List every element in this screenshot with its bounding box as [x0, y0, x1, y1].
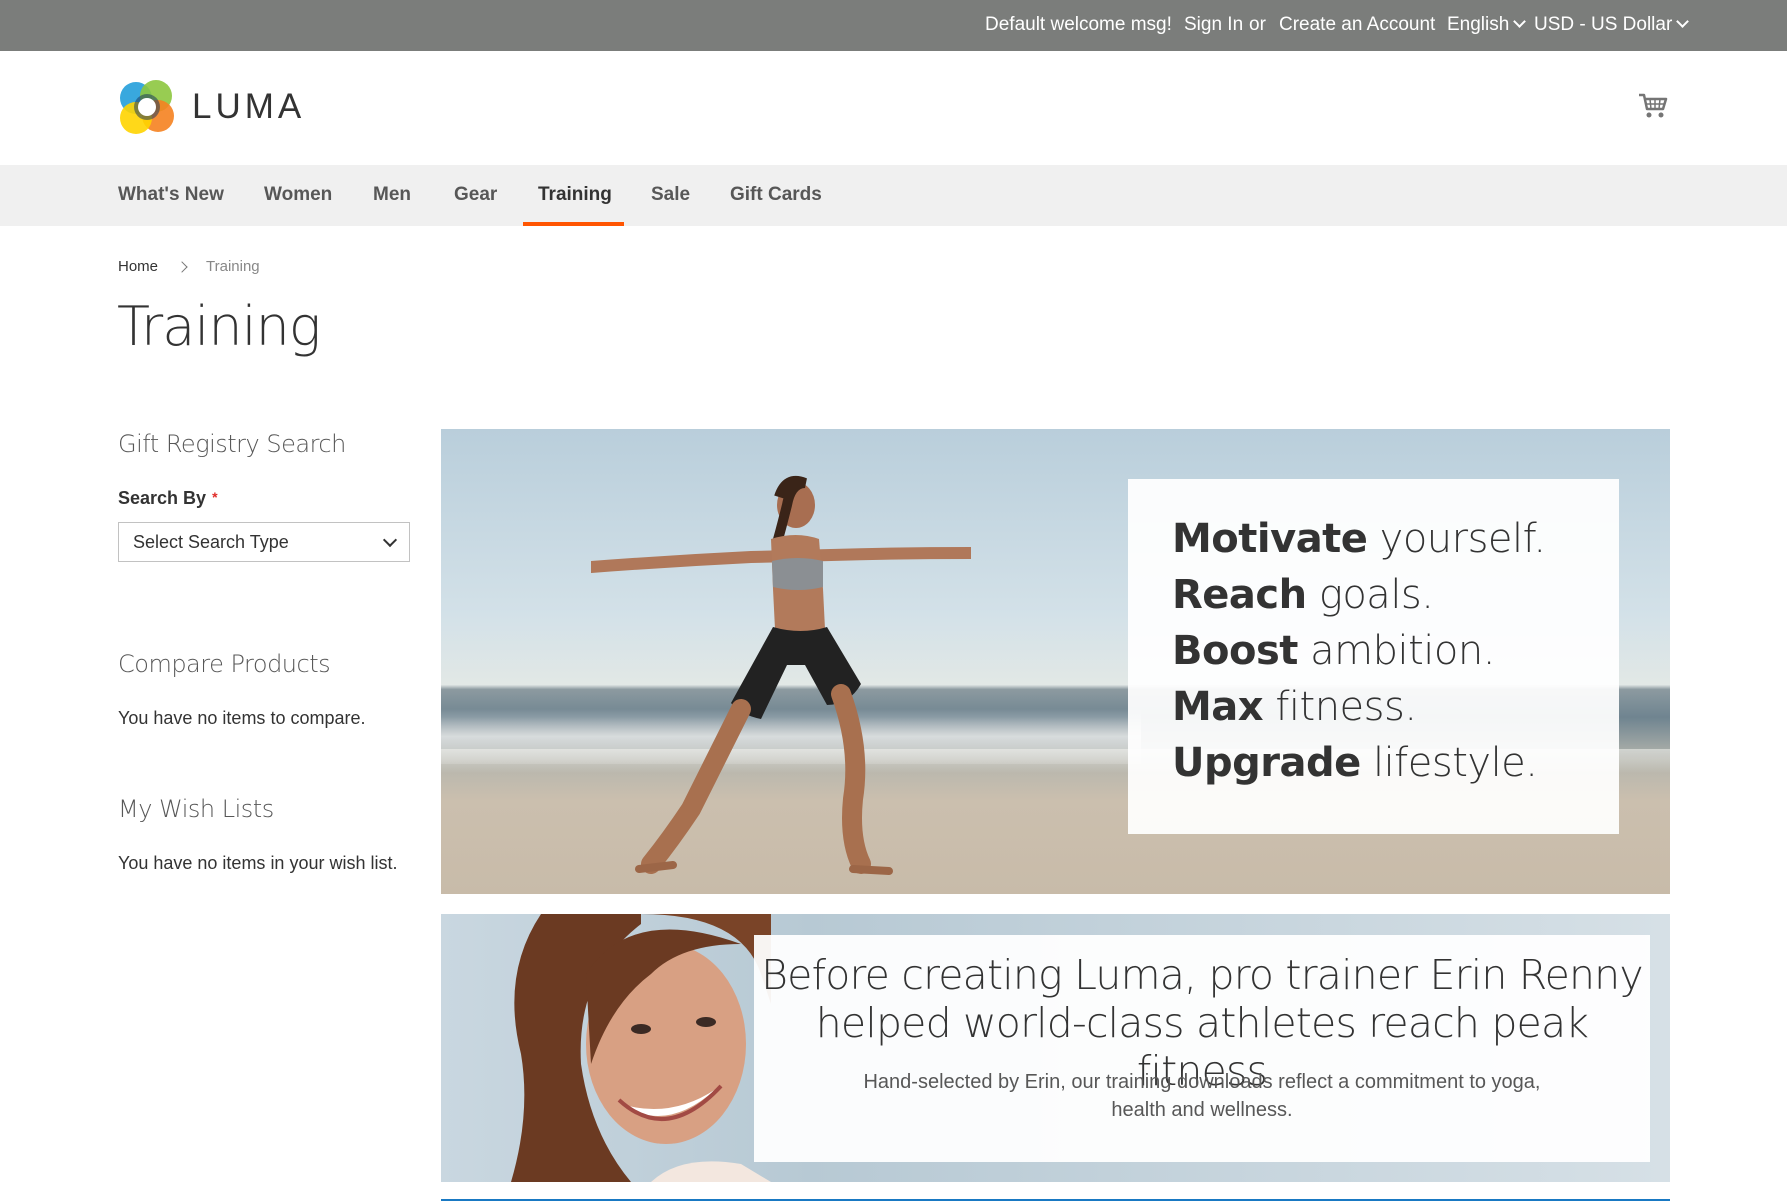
hero-line: Upgrade lifestyle.: [1172, 735, 1619, 791]
nav-item-gear[interactable]: Gear: [454, 165, 497, 226]
trainer-subtext: Hand-selected by Erin, our training down…: [834, 1068, 1570, 1124]
wish-lists-heading: My Wish Lists: [118, 795, 274, 823]
required-mark: *: [212, 489, 218, 505]
search-type-select[interactable]: Select Search Type: [118, 522, 410, 562]
trainer-text-card: Before creating Luma, pro trainer Erin R…: [754, 935, 1650, 1162]
nav-item-men[interactable]: Men: [373, 165, 411, 226]
nav-item-whats-new[interactable]: What's New: [118, 165, 224, 226]
nav-active-indicator: [523, 222, 624, 226]
search-by-text: Search By: [118, 488, 207, 508]
or-text: or: [1249, 14, 1266, 35]
hero-line: Boost ambition.: [1172, 623, 1619, 679]
welcome-message: Default welcome msg!: [985, 14, 1172, 35]
nav-item-training[interactable]: Training: [538, 165, 612, 226]
luma-logo-icon[interactable]: [118, 78, 176, 136]
nav-item-gift-cards[interactable]: Gift Cards: [730, 165, 822, 226]
hero-line: Reach goals.: [1172, 567, 1619, 623]
hero-line: Max fitness.: [1172, 679, 1619, 735]
chevron-down-icon: [1676, 15, 1690, 28]
breadcrumb-current: Training: [206, 258, 260, 275]
panel-header: Default welcome msg! Sign In or Create a…: [0, 0, 1787, 51]
yoga-woman-image: [591, 475, 971, 875]
hero-line-bold: Motivate: [1172, 516, 1368, 562]
hero-line-bold: Max: [1172, 684, 1264, 730]
gift-registry-heading: Gift Registry Search: [118, 430, 346, 458]
section-divider: [441, 1199, 1670, 1201]
trainer-subtext-line-1: Hand-selected by Erin, our training down…: [863, 1071, 1541, 1093]
chevron-right-icon: [176, 261, 188, 273]
nav-item-women[interactable]: Women: [264, 165, 332, 226]
hero-line-rest: ambition.: [1297, 628, 1495, 674]
trainer-subtext-line-2: health and wellness.: [1111, 1099, 1293, 1121]
chevron-down-icon: [1513, 15, 1527, 28]
sign-in-link[interactable]: Sign In: [1184, 13, 1243, 37]
wishlist-empty-text: You have no items in your wish list.: [118, 853, 398, 873]
breadcrumb-home[interactable]: Home: [118, 258, 158, 275]
shopping-cart-icon[interactable]: [1638, 92, 1668, 120]
hero-text-card: Motivate yourself. Reach goals. Boost am…: [1128, 479, 1619, 834]
compare-empty-text: You have no items to compare.: [118, 708, 366, 728]
hero-line-rest: lifestyle.: [1360, 740, 1538, 786]
hero-line-bold: Boost: [1172, 628, 1298, 674]
language-label: English: [1447, 14, 1510, 35]
hero-line-rest: goals.: [1306, 572, 1434, 618]
hero-line-rest: yourself.: [1367, 516, 1546, 562]
compare-products-heading: Compare Products: [118, 650, 331, 678]
nav-item-sale[interactable]: Sale: [651, 165, 690, 226]
search-type-value: Select Search Type: [133, 532, 289, 552]
chevron-down-icon: [382, 532, 398, 548]
trainer-portrait-image: [511, 914, 771, 1182]
main-navigation: What's New Women Men Gear Training Sale …: [0, 165, 1787, 226]
hero-line: Motivate yourself.: [1172, 511, 1619, 567]
search-by-label: Search By *: [118, 488, 218, 509]
hero-line-bold: Reach: [1172, 572, 1307, 618]
currency-label: USD - US Dollar: [1534, 14, 1673, 35]
currency-switcher[interactable]: USD - US Dollar: [1534, 13, 1690, 37]
hero-line-rest: fitness.: [1263, 684, 1417, 730]
page-title: Training: [117, 295, 321, 358]
logo-wordmark[interactable]: LUMA: [192, 87, 305, 127]
training-hero-banner[interactable]: Motivate yourself. Reach goals. Boost am…: [441, 429, 1670, 894]
trainer-headline-line-1: Before creating Luma, pro trainer Erin R…: [761, 951, 1644, 999]
erin-renny-banner[interactable]: Before creating Luma, pro trainer Erin R…: [441, 914, 1670, 1182]
create-account-link[interactable]: Create an Account: [1279, 13, 1435, 37]
hero-line-bold: Upgrade: [1172, 740, 1361, 786]
language-switcher[interactable]: English: [1447, 13, 1527, 37]
